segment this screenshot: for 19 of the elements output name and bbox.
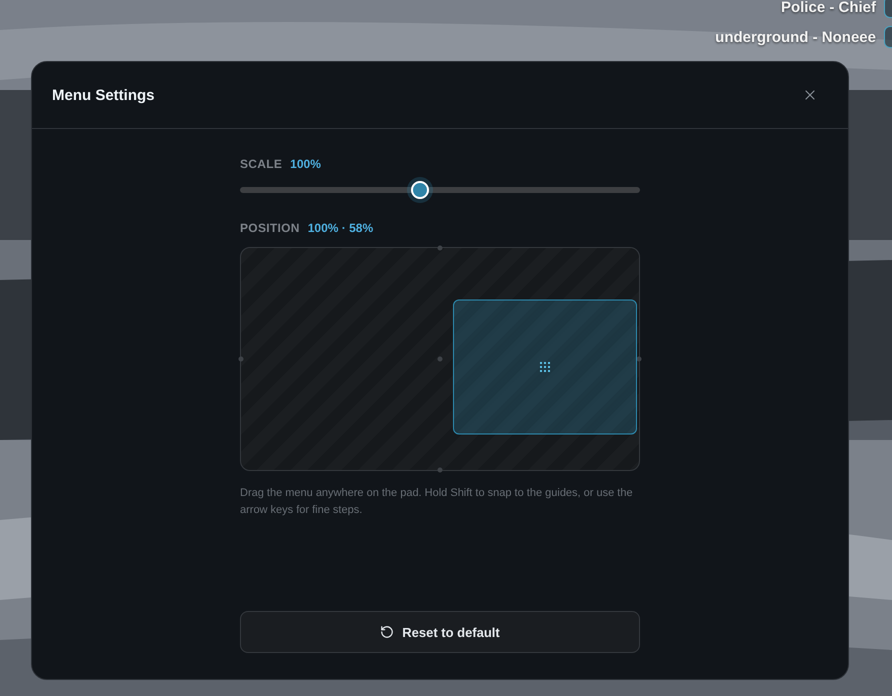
reset-icon [380, 625, 394, 639]
reset-button[interactable]: Reset to default [240, 611, 640, 653]
hint-text: Drag the menu anywhere on the pad. Hold Shift to snap to the guides, or use the arrow keys for fine steps. [240, 486, 634, 518]
hud-label: Police - Chief [780, 0, 876, 16]
menu-preview[interactable] [453, 299, 638, 434]
position-label: POSITION [240, 221, 300, 235]
hud-label: underground - Noneee [715, 28, 876, 46]
guide-dot [438, 246, 442, 250]
slider-thumb[interactable] [411, 181, 429, 199]
guide-dot [438, 356, 442, 362]
guide-dot [438, 468, 442, 472]
scale-label: SCALE [240, 157, 282, 171]
guide-dot [238, 356, 244, 362]
dialog-title: Menu Settings [52, 86, 155, 104]
scale-slider[interactable] [240, 179, 640, 201]
drag-handle[interactable] [540, 362, 550, 372]
position-value: 100% · 58% [308, 221, 374, 235]
grip-icon [540, 362, 550, 372]
scale-value: 100% [290, 157, 321, 171]
